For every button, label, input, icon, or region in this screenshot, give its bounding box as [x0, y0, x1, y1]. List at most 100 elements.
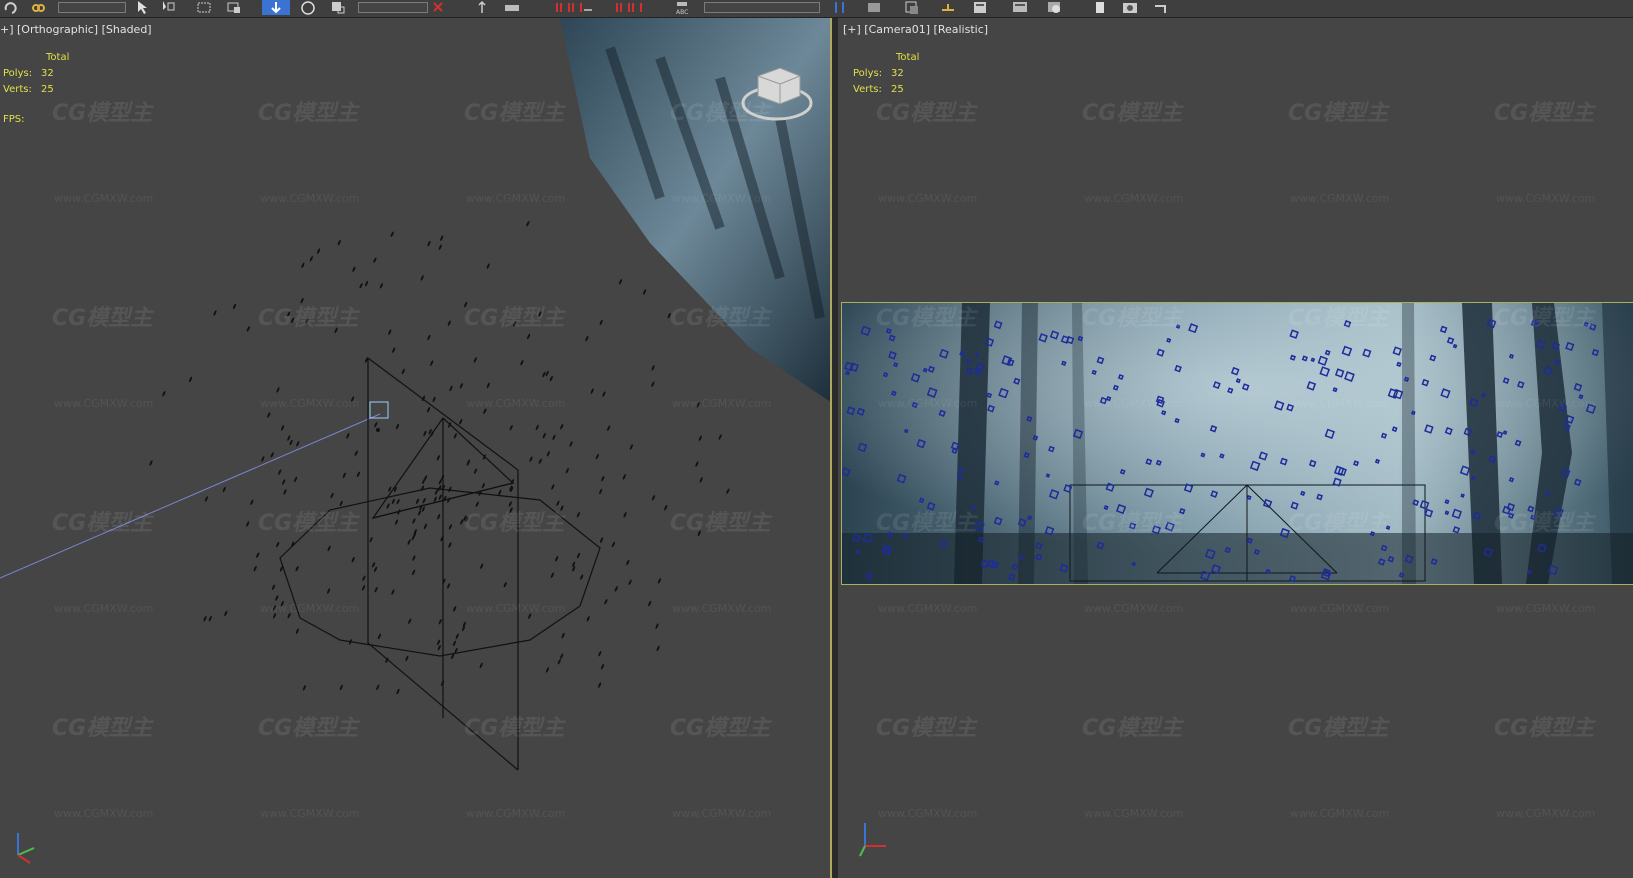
orthographic-viewport[interactable]: +] [Orthographic] [Shaded] Total Polys: 3…: [0, 18, 832, 878]
stats-polys-label: Polys:: [853, 68, 883, 79]
edit-named-selection-icon[interactable]: ABC: [674, 0, 690, 15]
particle: [648, 600, 652, 607]
particle: [427, 406, 431, 413]
render-setup-icon[interactable]: [1092, 0, 1108, 15]
particle: [369, 536, 373, 543]
particle: [393, 486, 397, 493]
particle: [464, 301, 468, 308]
particle: [374, 566, 378, 573]
render-frame-icon[interactable]: [1152, 0, 1168, 15]
window-crossing-icon[interactable]: [226, 0, 242, 15]
align-icon[interactable]: [866, 0, 882, 15]
manipulate-icon[interactable]: [474, 0, 490, 15]
particle: [448, 542, 452, 548]
particle: [552, 434, 556, 441]
particle: [590, 388, 594, 394]
particle: [189, 376, 193, 383]
particle: [388, 329, 392, 335]
particle: [535, 424, 539, 431]
particle-emitter-wireframe[interactable]: [279, 357, 601, 771]
particle: [430, 360, 434, 366]
keyboard-shortcut-icon[interactable]: [504, 0, 520, 15]
particle: [330, 492, 334, 499]
snap-icon[interactable]: [554, 0, 594, 15]
particle: [585, 335, 589, 342]
select-move-icon[interactable]: [262, 0, 290, 15]
particle: [256, 552, 260, 558]
particle: [718, 434, 722, 440]
main-toolbar: ABC: [0, 0, 1633, 18]
render-icon[interactable]: [1122, 0, 1138, 15]
particle: [272, 605, 276, 611]
particle: [346, 433, 350, 439]
particle: [623, 512, 627, 518]
particle: [475, 501, 479, 507]
particle: [556, 500, 560, 507]
named-selection-dropdown[interactable]: [704, 2, 820, 13]
pivot-icon[interactable]: [430, 0, 446, 15]
graphite-tools-icon[interactable]: [940, 0, 956, 15]
angle-snap-icon[interactable]: [614, 0, 654, 15]
particle: [520, 359, 524, 366]
particle: [365, 280, 369, 287]
particle: [479, 662, 483, 669]
particle: [224, 610, 228, 617]
particle: [295, 628, 299, 634]
particle: [607, 425, 611, 431]
particle: [486, 263, 490, 269]
schematic-view-icon[interactable]: [1012, 0, 1028, 15]
material-editor-icon[interactable]: [1046, 0, 1062, 15]
particle: [545, 370, 549, 377]
camera-viewport[interactable]: [+] [Camera01] [Realistic] Total Polys: 3…: [838, 18, 1633, 878]
particle: [611, 541, 615, 548]
particle: [339, 684, 343, 691]
particle: [580, 574, 584, 580]
link-icon[interactable]: [30, 0, 46, 15]
particle: [657, 578, 661, 584]
particle: [527, 333, 531, 340]
selection-filter-dropdown[interactable]: [58, 2, 126, 13]
particle: [438, 618, 442, 625]
curve-editor-icon[interactable]: [972, 0, 988, 15]
layer-manager-icon[interactable]: [904, 0, 920, 15]
particle: [651, 381, 655, 387]
particle: [278, 469, 282, 475]
viewport-label[interactable]: [+] [Camera01] [Realistic]: [843, 23, 988, 36]
particle: [453, 433, 457, 439]
region-select-icon[interactable]: [196, 0, 212, 15]
particle: [459, 419, 463, 425]
particle: [379, 283, 383, 289]
mirror-icon[interactable]: [832, 0, 848, 15]
particle: [295, 565, 299, 572]
particle: [447, 497, 451, 503]
particle: [420, 485, 424, 492]
undo-icon[interactable]: [2, 0, 18, 15]
scale-icon[interactable]: [330, 0, 346, 15]
particle: [643, 289, 647, 295]
particle: [391, 498, 395, 505]
particle: [283, 489, 287, 495]
camera-object[interactable]: [369, 401, 389, 419]
particle: [294, 476, 298, 483]
particle: [309, 256, 313, 262]
particle: [698, 435, 702, 441]
particle: [149, 460, 153, 466]
particle: [376, 684, 380, 691]
particle: [271, 584, 276, 590]
particle: [276, 541, 280, 548]
camera-safe-frame: [841, 302, 1633, 585]
particle: [529, 456, 533, 462]
particle: [656, 645, 660, 652]
select-by-name-icon[interactable]: [160, 0, 176, 15]
particle: [372, 562, 376, 568]
particle: [334, 327, 338, 334]
particle: [560, 505, 564, 511]
select-icon[interactable]: [134, 0, 150, 15]
particle: [629, 444, 633, 450]
particle: [273, 612, 277, 619]
particle: [408, 618, 412, 624]
rotate-icon[interactable]: [300, 0, 316, 15]
particle: [437, 513, 441, 520]
reference-coordinate-dropdown[interactable]: [358, 2, 428, 13]
particle: [354, 450, 358, 456]
